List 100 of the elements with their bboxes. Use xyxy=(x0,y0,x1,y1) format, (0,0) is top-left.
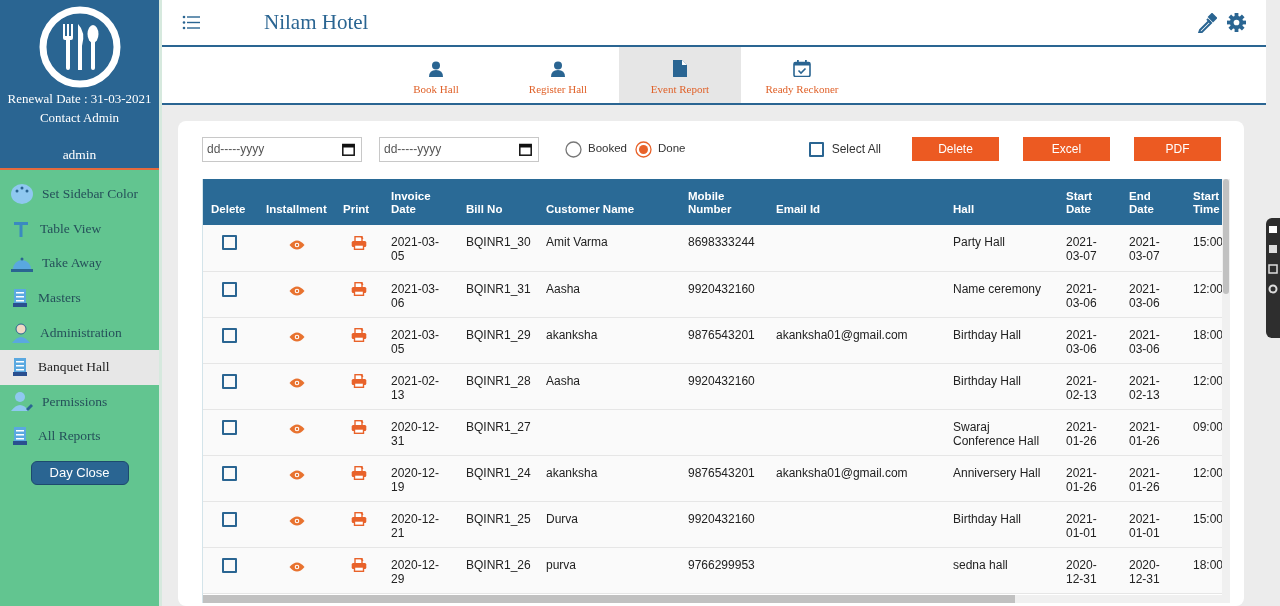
column-header: Delete xyxy=(203,179,258,225)
column-header: Print xyxy=(335,179,383,225)
table-cell: 2021-01-01 xyxy=(1121,501,1185,547)
table-cell: 2020-12-31 xyxy=(1058,547,1121,593)
table-cell: BQINR1_29 xyxy=(458,317,538,363)
eye-icon[interactable] xyxy=(288,470,305,481)
contact-admin-text: Contact Admin xyxy=(39,109,120,126)
sidebar-item[interactable]: Table View xyxy=(0,211,159,247)
row-checkbox[interactable] xyxy=(222,557,237,573)
table-cell: purva xyxy=(538,547,680,593)
table-cell: BQINR1_30 xyxy=(458,225,538,271)
user-name: admin xyxy=(62,146,97,165)
table-cell: 2021-01-26 xyxy=(1121,455,1185,501)
document-icon xyxy=(673,60,687,78)
eye-icon[interactable] xyxy=(288,424,305,435)
table-cell: 2020-12-29 xyxy=(383,547,458,593)
eye-icon[interactable] xyxy=(288,239,305,250)
column-header: Bill No xyxy=(458,179,538,225)
printer-icon[interactable] xyxy=(351,558,367,573)
table-cell: Aasha xyxy=(538,363,680,409)
book-icon xyxy=(10,356,30,379)
palette-icon xyxy=(10,183,34,206)
sidebar-item[interactable]: Banquet Hall xyxy=(0,349,159,385)
printer-icon[interactable] xyxy=(351,374,367,389)
table-cell: 2021-01-01 xyxy=(1058,501,1121,547)
square-icon[interactable] xyxy=(1268,244,1278,254)
person-icon xyxy=(551,60,565,77)
table-cell: sedna hall xyxy=(945,547,1058,593)
tab[interactable]: Event Report xyxy=(619,47,741,103)
horizontal-scrollbar[interactable] xyxy=(203,595,1223,603)
table-cell: BQINR1_26 xyxy=(458,547,538,593)
vertical-scrollbar[interactable] xyxy=(1222,179,1230,603)
table-cell: 2021-03-06 xyxy=(1121,317,1185,363)
sidebar-item[interactable]: Masters xyxy=(0,280,159,316)
row-checkbox[interactable] xyxy=(222,281,237,297)
table-cell: 2021-03-05 xyxy=(383,317,458,363)
table-cell: BQINR1_28 xyxy=(458,363,538,409)
column-header: Invoice Date xyxy=(383,179,458,225)
row-checkbox[interactable] xyxy=(222,465,237,481)
printer-icon[interactable] xyxy=(351,512,367,527)
printer-icon[interactable] xyxy=(351,235,367,250)
extension-toolbar[interactable] xyxy=(1266,218,1280,338)
sidebar-item[interactable]: All Reports xyxy=(0,419,159,454)
table-cell: Swaraj Conference Hall xyxy=(945,409,1058,455)
table-cell: 2021-03-07 xyxy=(1058,225,1121,271)
excel-button[interactable]: Excel xyxy=(1023,137,1110,161)
printer-icon[interactable] xyxy=(351,328,367,343)
table-cell: 9920432160 xyxy=(680,501,768,547)
table-cell: 2020-12-21 xyxy=(383,501,458,547)
printer-icon[interactable] xyxy=(351,466,367,481)
table-cell: Durva xyxy=(538,501,680,547)
eye-icon[interactable] xyxy=(288,286,305,297)
row-checkbox[interactable] xyxy=(222,327,237,343)
eye-icon[interactable] xyxy=(288,378,305,389)
printer-icon[interactable] xyxy=(351,282,367,297)
table-cell: 2021-01-26 xyxy=(1058,455,1121,501)
eye-icon[interactable] xyxy=(288,332,305,343)
row-checkbox[interactable] xyxy=(222,511,237,527)
day-close-button[interactable]: Day Close xyxy=(30,460,129,485)
table-cell: 2020-12-19 xyxy=(383,455,458,501)
radio-label: Booked xyxy=(588,141,627,157)
row-checkbox[interactable] xyxy=(222,235,237,250)
row-checkbox[interactable] xyxy=(222,419,237,435)
table-cell: 2021-01-26 xyxy=(1058,409,1121,455)
table-cell: Aasha xyxy=(538,271,680,317)
user-edit-icon xyxy=(10,390,34,413)
date-field[interactable]: dd-----yyyy xyxy=(202,136,362,162)
radio-button[interactable] xyxy=(565,140,582,158)
sidebar-item[interactable]: Permissions xyxy=(0,384,159,420)
table-cell: 2020-12-31 xyxy=(1121,547,1185,593)
column-header: Installment xyxy=(258,179,335,225)
calendar-icon[interactable] xyxy=(342,142,355,156)
delete-button[interactable]: Delete xyxy=(912,137,999,161)
checkbox-label: Select All xyxy=(831,141,881,158)
radio-label: Done xyxy=(658,141,686,157)
eye-icon[interactable] xyxy=(288,562,305,573)
eyedropper-icon[interactable] xyxy=(1197,12,1217,33)
sidebar-item[interactable]: Administration xyxy=(0,315,159,350)
table-cell: 2021-03-05 xyxy=(383,225,458,271)
table-cell: 9876543201 xyxy=(680,317,768,363)
column-header: Customer Name xyxy=(538,179,680,225)
calendar-icon[interactable] xyxy=(519,142,532,156)
table-cell: Birthday Hall xyxy=(945,501,1058,547)
eye-icon[interactable] xyxy=(288,516,305,527)
table-cell: 2021-01-26 xyxy=(1121,409,1185,455)
table-cell: akanksha01@gmail.com xyxy=(768,317,945,363)
row-checkbox[interactable] xyxy=(222,373,237,389)
table-cell: 9876543201 xyxy=(680,455,768,501)
checkbox[interactable] xyxy=(808,141,824,157)
hotel-name: Nilam Hotel xyxy=(264,8,369,36)
sidebar-item[interactable]: Set Sidebar Color xyxy=(0,177,159,212)
date-field[interactable]: dd-----yyyy xyxy=(379,136,539,162)
table-cell: 2021-02-13 xyxy=(1058,363,1121,409)
table-cell: 9766299953 xyxy=(680,547,768,593)
printer-icon[interactable] xyxy=(351,420,367,435)
table-cell: 2021-03-06 xyxy=(1058,317,1121,363)
radio-button[interactable] xyxy=(635,140,652,158)
sidebar-item[interactable]: Take Away xyxy=(0,246,159,281)
menu-icon[interactable] xyxy=(182,15,200,30)
pdf-button[interactable]: PDF xyxy=(1134,137,1221,161)
